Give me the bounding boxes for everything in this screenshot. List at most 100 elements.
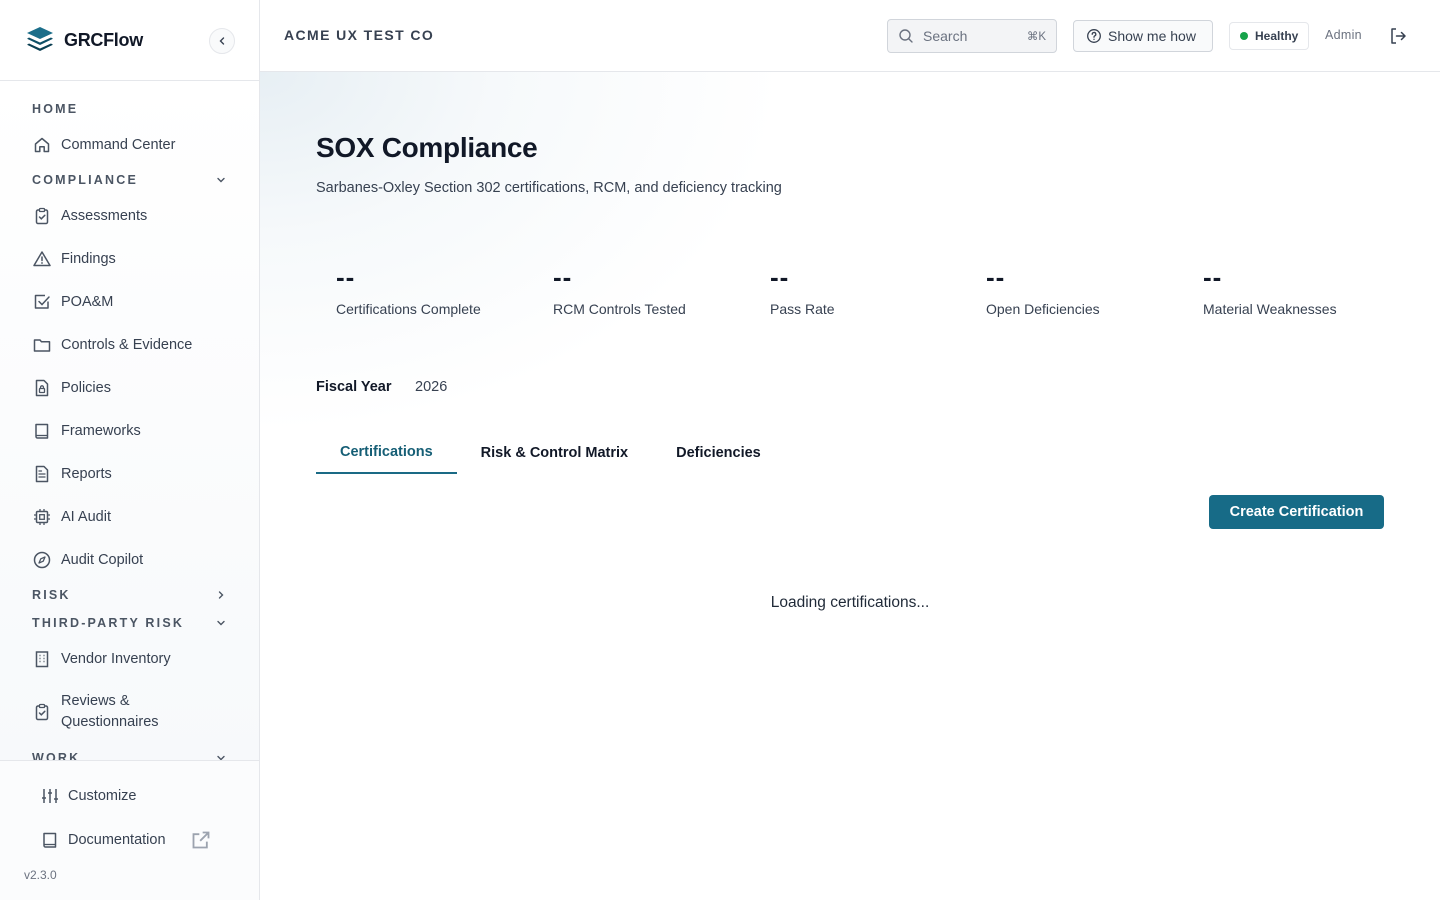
stat-value: -- xyxy=(336,262,356,292)
stat-value: -- xyxy=(1203,262,1223,292)
health-status-label: Healthy xyxy=(1255,29,1299,43)
stat-value: -- xyxy=(986,262,1006,292)
help-circle-icon xyxy=(1087,29,1101,43)
stat-label: Material Weaknesses xyxy=(1203,301,1337,317)
section-compliance[interactable]: COMPLIANCE xyxy=(0,166,259,194)
sidebar-item-label: Audit Copilot xyxy=(61,551,144,568)
sidebar-item-label: Reviews & Questionnaires xyxy=(61,693,159,730)
fiscal-year-select[interactable]: 2026 xyxy=(415,379,447,395)
health-status-badge: Healthy xyxy=(1229,22,1309,50)
sidebar-item-label: Assessments xyxy=(61,207,148,224)
user-role: Admin xyxy=(1325,28,1362,42)
book-icon xyxy=(43,832,57,848)
sidebar-item-findings[interactable]: Findings xyxy=(0,237,259,280)
sidebar-item-label: AI Audit xyxy=(61,508,111,525)
folder-icon xyxy=(33,338,51,352)
tab-bar: Certifications Risk & Control Matrix Def… xyxy=(316,432,785,474)
stat-label: Pass Rate xyxy=(770,301,835,317)
section-risk[interactable]: RISK xyxy=(0,581,259,609)
status-dot xyxy=(1240,32,1248,40)
sidebar-item-poam[interactable]: POA&M xyxy=(0,280,259,323)
section-tprm-label: THIRD-PARTY RISK xyxy=(32,616,185,630)
tab-risk-control-matrix[interactable]: Risk & Control Matrix xyxy=(457,432,652,474)
search-icon xyxy=(899,29,913,43)
show-me-how-button[interactable]: Show me how xyxy=(1073,20,1213,52)
top-header: ACME UX TEST CO Search ⌘K Show me how He… xyxy=(260,0,1440,72)
chevron-right-icon xyxy=(218,591,224,599)
sidebar-item-assessments[interactable]: Assessments xyxy=(0,194,259,237)
sidebar-item-label: Reports xyxy=(61,465,112,482)
sidebar-item-audit-copilot[interactable]: Audit Copilot xyxy=(0,538,259,581)
sidebar: GRCFlow HOME Command Center COMPLIANCE A… xyxy=(0,0,260,900)
sidebar-item-policies[interactable]: Policies xyxy=(0,366,259,409)
tab-certifications[interactable]: Certifications xyxy=(316,432,457,474)
sidebar-item-label: Frameworks xyxy=(61,422,141,439)
external-link-icon xyxy=(192,831,210,849)
sidebar-item-command-center[interactable]: Command Center xyxy=(0,123,259,166)
brand-header: GRCFlow xyxy=(0,0,259,81)
documentation-link[interactable]: Documentation xyxy=(0,818,259,862)
stat-label: Certifications Complete xyxy=(336,301,481,317)
stat-value: -- xyxy=(770,262,790,292)
sidebar-item-frameworks[interactable]: Frameworks xyxy=(0,409,259,452)
sidebar-item-label: Policies xyxy=(61,379,111,396)
sidebar-item-label: Command Center xyxy=(61,136,176,153)
documentation-label: Documentation xyxy=(68,832,166,848)
sidebar-item-vendor-inventory[interactable]: Vendor Inventory xyxy=(0,637,259,680)
compass-icon xyxy=(33,551,51,568)
sidebar-item-ai-audit[interactable]: AI Audit xyxy=(0,495,259,538)
sliders-icon xyxy=(42,789,58,803)
stat-label: Open Deficiencies xyxy=(986,301,1100,317)
sidebar-item-label: Vendor Inventory xyxy=(61,650,171,667)
sidebar-item-controls-evidence[interactable]: Controls & Evidence xyxy=(0,323,259,366)
main-content: SOX Compliance Sarbanes-Oxley Section 30… xyxy=(260,72,1440,900)
file-lock-icon xyxy=(35,379,49,396)
chevron-down-icon xyxy=(217,177,225,183)
search-placeholder: Search xyxy=(923,28,968,44)
app-version: v2.3.0 xyxy=(24,868,57,882)
search-input[interactable]: Search ⌘K xyxy=(887,19,1057,53)
sidebar-item-reviews-questionnaires[interactable]: Reviews & Questionnaires xyxy=(0,680,259,744)
search-shortcut: ⌘K xyxy=(1026,31,1046,43)
sidebar-item-label: Findings xyxy=(61,250,116,267)
cpu-chip-icon xyxy=(34,508,50,525)
chevron-left-icon xyxy=(219,37,225,45)
page-subtitle: Sarbanes-Oxley Section 302 certification… xyxy=(316,180,782,196)
sidebar-footer: Customize Documentation v2.3.0 xyxy=(0,760,259,900)
sidebar-item-label: POA&M xyxy=(61,293,114,310)
organization-name: ACME UX TEST CO xyxy=(284,27,435,43)
section-home: HOME xyxy=(0,95,259,123)
customize-button[interactable]: Customize xyxy=(0,774,259,818)
grcflow-logo-icon xyxy=(27,27,53,51)
customize-label: Customize xyxy=(68,788,137,804)
tab-deficiencies[interactable]: Deficiencies xyxy=(652,432,785,474)
section-compliance-label: COMPLIANCE xyxy=(32,173,139,187)
sidebar-item-label: Controls & Evidence xyxy=(61,336,193,353)
stat-value: -- xyxy=(553,262,573,292)
section-home-label: HOME xyxy=(32,102,79,116)
section-third-party-risk[interactable]: THIRD-PARTY RISK xyxy=(0,609,259,637)
section-risk-label: RISK xyxy=(32,588,71,602)
stat-label: RCM Controls Tested xyxy=(553,301,686,317)
warning-triangle-icon xyxy=(33,250,51,266)
clipboard-check-icon xyxy=(35,207,49,224)
brand-name: GRCFlow xyxy=(64,29,143,50)
sidebar-nav: HOME Command Center COMPLIANCE Assessmen… xyxy=(0,81,259,761)
collapse-sidebar-button[interactable] xyxy=(209,28,235,54)
building-icon xyxy=(35,650,49,667)
stats-row: -- Certifications Complete -- RCM Contro… xyxy=(316,252,1400,332)
logout-icon[interactable] xyxy=(1388,26,1408,46)
create-certification-button[interactable]: Create Certification xyxy=(1209,495,1384,529)
home-icon xyxy=(34,137,50,152)
fiscal-year-label: Fiscal Year xyxy=(316,379,392,395)
file-text-icon xyxy=(35,465,49,482)
clipboard-check-icon xyxy=(35,703,49,721)
page-title: SOX Compliance xyxy=(316,132,538,163)
section-work[interactable]: WORK xyxy=(0,744,259,761)
loading-message: Loading certifications... xyxy=(770,594,930,611)
show-me-how-label: Show me how xyxy=(1108,28,1196,44)
book-icon xyxy=(35,423,49,439)
chevron-down-icon xyxy=(217,620,225,626)
checkbox-icon xyxy=(34,294,50,309)
sidebar-item-reports[interactable]: Reports xyxy=(0,452,259,495)
